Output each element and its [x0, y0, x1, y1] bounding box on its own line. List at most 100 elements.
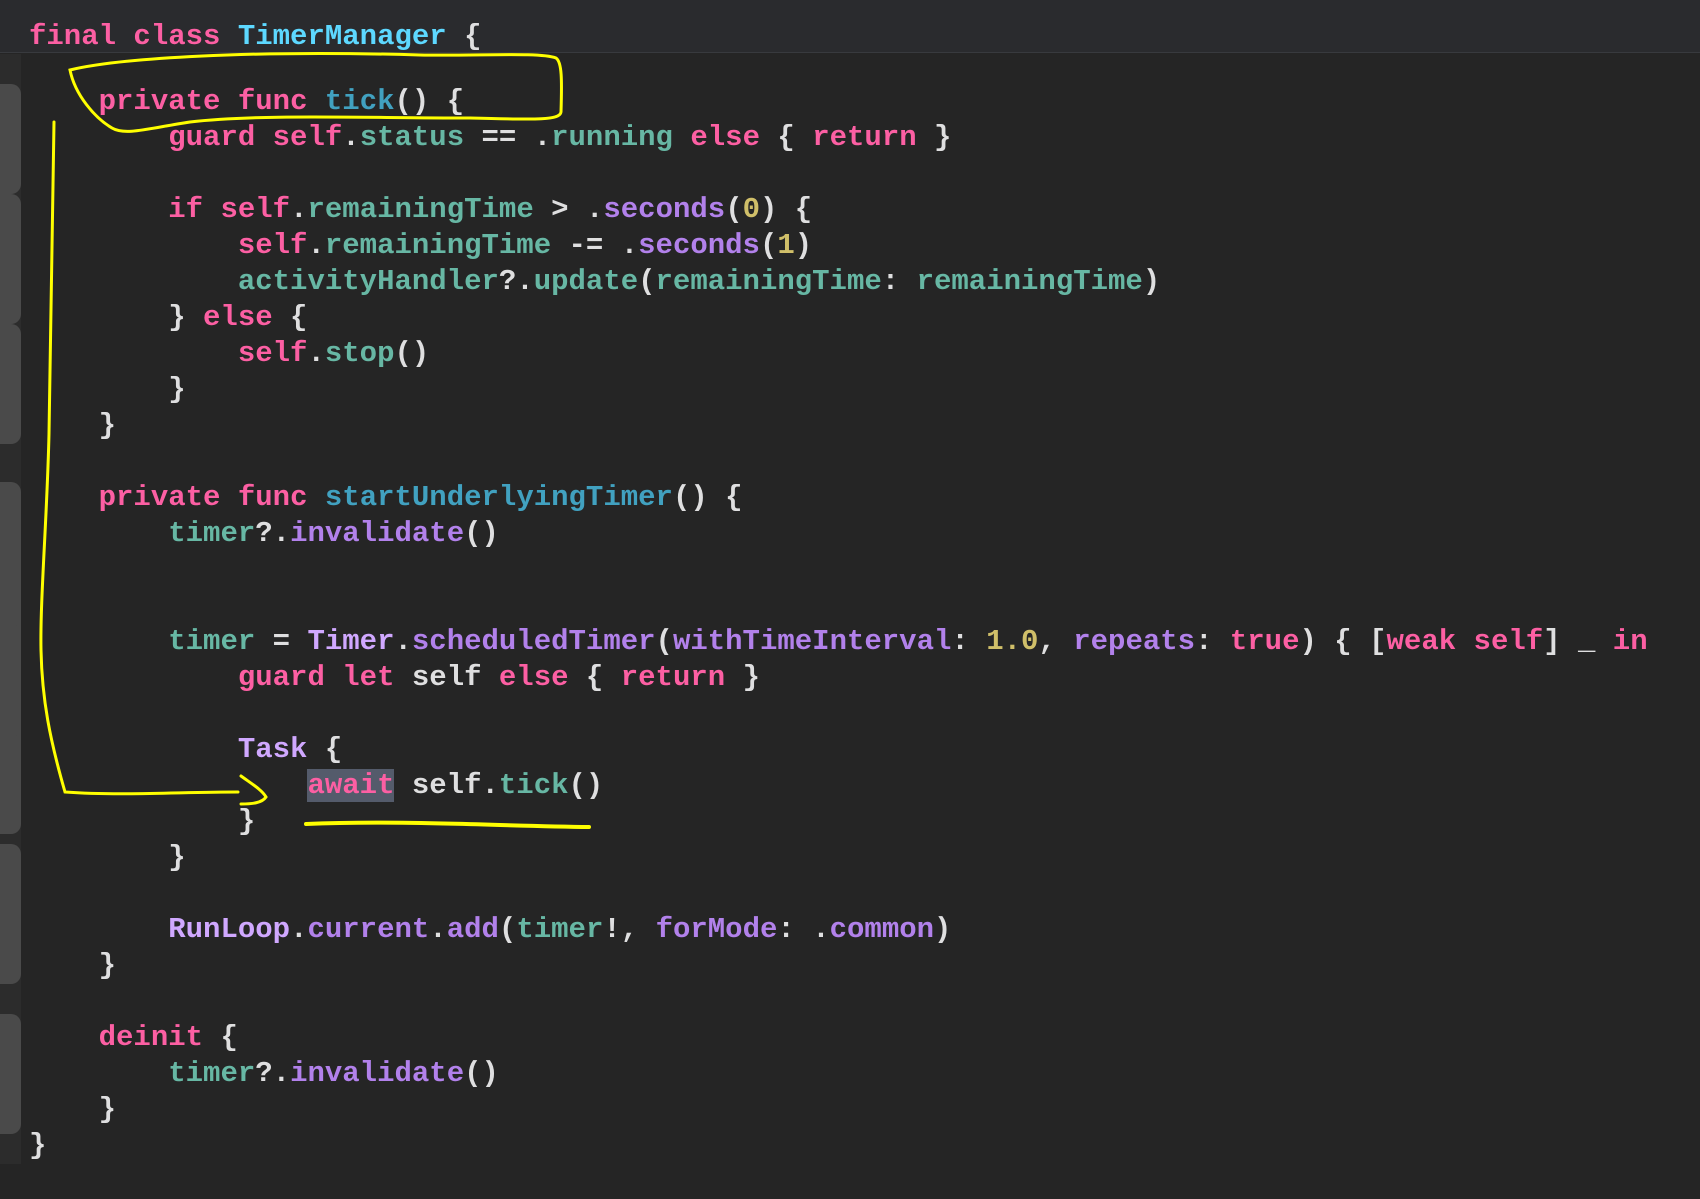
code-folding-ribbon[interactable]	[0, 54, 21, 1164]
code-line[interactable]	[29, 444, 1648, 480]
fold-segment[interactable]	[0, 324, 21, 444]
code-token: tick	[499, 769, 569, 802]
code-line[interactable]	[29, 552, 1648, 588]
fold-segment[interactable]	[0, 194, 21, 324]
code-token: private	[99, 85, 221, 118]
code-token: Timer	[307, 625, 394, 658]
code-line[interactable]: }	[29, 372, 1648, 408]
fold-segment[interactable]	[0, 1014, 21, 1134]
code-token: }	[29, 841, 186, 874]
code-line[interactable]: guard let self else { return }	[29, 660, 1648, 696]
code-token: }	[29, 1093, 116, 1126]
class-declaration-line[interactable]: final class TimerManager {	[29, 19, 482, 55]
code-line[interactable]: self.stop()	[29, 336, 1648, 372]
code-line[interactable]: activityHandler?.update(remainingTime: r…	[29, 264, 1648, 300]
code-token: 1.0	[986, 625, 1038, 658]
code-line[interactable]: }	[29, 1092, 1648, 1128]
code-line[interactable]: await self.tick()	[29, 768, 1648, 804]
code-token: self	[1474, 625, 1544, 658]
code-line[interactable]: }	[29, 948, 1648, 984]
fold-segment[interactable]	[0, 734, 21, 834]
code-token	[29, 1021, 99, 1054]
code-line[interactable]: private func tick() {	[29, 84, 1648, 120]
code-token: ()	[464, 1057, 499, 1090]
code-token: .	[394, 625, 411, 658]
code-token: ?.	[255, 517, 290, 550]
code-token	[220, 85, 237, 118]
code-token: }	[29, 301, 203, 334]
code-line[interactable]: self.remainingTime -= .seconds(1)	[29, 228, 1648, 264]
code-token: ?.	[499, 265, 534, 298]
code-token: repeats	[1073, 625, 1195, 658]
code-token: withTimeInterval	[673, 625, 951, 658]
code-token: }	[725, 661, 760, 694]
code-line[interactable]: timer?.invalidate()	[29, 516, 1648, 552]
sticky-scope-header: final class TimerManager {	[0, 0, 1700, 53]
code-token: final	[29, 20, 116, 53]
code-token	[325, 661, 342, 694]
selected-token: await	[307, 769, 394, 802]
code-editor[interactable]: private func tick() { guard self.status …	[29, 84, 1648, 1164]
code-token: () {	[673, 481, 743, 514]
code-token: ,	[1038, 625, 1073, 658]
code-token: (	[760, 229, 777, 262]
code-token: tick	[325, 85, 395, 118]
code-token: return	[812, 121, 916, 154]
code-token: update	[534, 265, 638, 298]
code-token	[29, 85, 99, 118]
code-token: }	[29, 805, 255, 838]
code-line[interactable]: deinit {	[29, 1020, 1648, 1056]
fold-segment[interactable]	[0, 84, 21, 194]
code-token: timer	[168, 625, 255, 658]
code-line[interactable]: }	[29, 804, 1648, 840]
code-line[interactable]	[29, 696, 1648, 732]
code-token: ()	[569, 769, 604, 802]
code-token: Task	[238, 733, 308, 766]
code-line[interactable]: guard self.status == .running else { ret…	[29, 120, 1648, 156]
code-token: .	[429, 913, 446, 946]
fold-segment[interactable]	[0, 844, 21, 984]
code-line[interactable]: }	[29, 840, 1648, 876]
code-line[interactable]: RunLoop.current.add(timer!, forMode: .co…	[29, 912, 1648, 948]
code-token	[673, 121, 690, 154]
code-token	[29, 661, 238, 694]
code-line[interactable]: timer = Timer.scheduledTimer(withTimeInt…	[29, 624, 1648, 660]
code-token: let	[342, 661, 394, 694]
code-line[interactable]	[29, 156, 1648, 192]
code-token: =	[255, 625, 307, 658]
code-line[interactable]: }	[29, 408, 1648, 444]
code-line[interactable]: private func startUnderlyingTimer() {	[29, 480, 1648, 516]
code-line[interactable]: timer?.invalidate()	[29, 1056, 1648, 1092]
code-line[interactable]: }	[29, 1128, 1648, 1164]
code-line[interactable]	[29, 876, 1648, 912]
code-token: timer	[516, 913, 603, 946]
code-token	[29, 517, 168, 550]
code-token: .	[290, 913, 307, 946]
code-token: add	[447, 913, 499, 946]
code-token: ?.	[255, 1057, 290, 1090]
code-token: (	[499, 913, 516, 946]
code-token: == .	[464, 121, 551, 154]
code-token: !,	[603, 913, 655, 946]
code-token: invalidate	[290, 517, 464, 550]
code-line[interactable]: if self.remainingTime > .seconds(0) {	[29, 192, 1648, 228]
code-token: {	[307, 733, 342, 766]
code-token: : .	[777, 913, 829, 946]
code-token	[307, 481, 324, 514]
code-token: guard	[238, 661, 325, 694]
code-token: self	[220, 193, 290, 226]
code-token: self	[273, 121, 343, 154]
code-token: -= .	[551, 229, 638, 262]
code-token: :	[1195, 625, 1230, 658]
code-token: timer	[168, 1057, 255, 1090]
code-token: else	[203, 301, 273, 334]
code-token: .	[290, 193, 307, 226]
code-token	[29, 337, 238, 370]
code-line[interactable]: Task {	[29, 732, 1648, 768]
code-line[interactable]	[29, 588, 1648, 624]
code-token: (	[656, 625, 673, 658]
code-token: {	[569, 661, 621, 694]
code-line[interactable]	[29, 984, 1648, 1020]
code-token: RunLoop	[168, 913, 290, 946]
code-line[interactable]: } else {	[29, 300, 1648, 336]
